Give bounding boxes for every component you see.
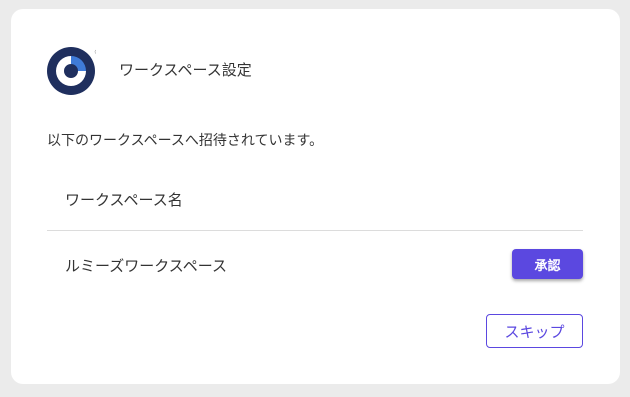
skip-button[interactable]: スキップ <box>486 314 583 348</box>
workspace-row-name: ルミーズワークスペース <box>65 257 228 275</box>
registered-mark: ® <box>94 49 96 56</box>
list-divider <box>47 230 583 231</box>
page-title: ワークスペース設定 <box>119 61 252 79</box>
workspace-name-column-header: ワークスペース名 <box>65 191 183 209</box>
invite-message: 以下のワークスペースへ招待されています。 <box>47 133 324 149</box>
workspace-settings-card: ® ワークスペース設定 以下のワークスペースへ招待されています。 ワークスペース… <box>11 9 620 384</box>
brand-logo-icon: ® <box>46 46 100 96</box>
approve-button[interactable]: 承認 <box>512 249 583 279</box>
